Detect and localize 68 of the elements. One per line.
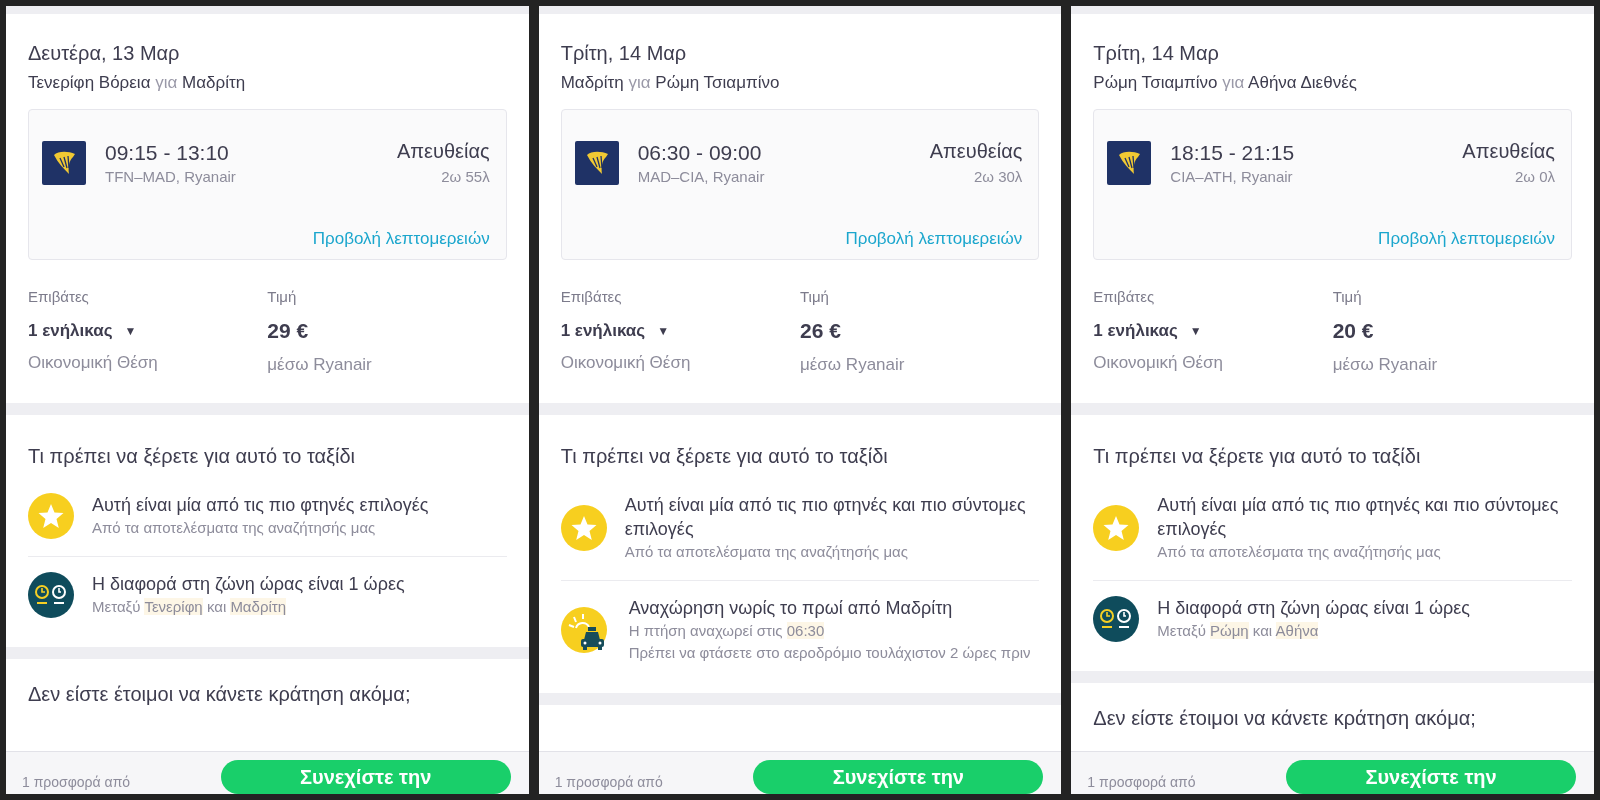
- section-title: Τι πρέπει να ξέρετε για αυτό το ταξίδι: [28, 445, 357, 468]
- cabin-class: Οικονομική Θέση: [560, 353, 692, 373]
- passengers-label: Επιβάτες: [1093, 288, 1156, 305]
- tip-title: Αυτή είναι μία από τις πιο φτηνές επιλογές: [92, 494, 429, 517]
- tip-detail: Μεταξύ Ρώμη και Αθήνα: [1157, 621, 1320, 641]
- tip-detail: Μεταξύ Τενερίφη και Μαδρίτη: [92, 597, 288, 617]
- price-value: 26 €: [800, 319, 842, 343]
- tip-detail: Η πτήση αναχωρεί στις 06:30: [628, 621, 826, 641]
- offer-text: 1 προσφορά από: [22, 774, 131, 792]
- tip-detail: Από τα αποτελέσματα της αναζήτησής μας: [624, 542, 909, 562]
- section-title: Δεν είστε έτοιμοι να κάνετε κράτηση ακόμα;: [1093, 707, 1477, 730]
- cabin-class: Οικονομική Θέση: [28, 353, 159, 373]
- continue-button[interactable]: Συνεχίστε την: [1286, 760, 1576, 794]
- price-provider: μέσω Ryanair: [1332, 355, 1439, 375]
- section-title: Τι πρέπει να ξέρετε για αυτό το ταξίδι: [1093, 445, 1422, 468]
- flight-times: 18:15 - 21:15: [1170, 140, 1296, 165]
- tip-title: Αυτή είναι μία από τις πιο φτηνές και πιο σύντομες επιλογές: [624, 494, 1027, 541]
- price-label: Τιμή: [267, 288, 298, 305]
- offer-text: 1 προσφορά από: [554, 774, 663, 792]
- stops-label: Απευθείας: [1462, 140, 1555, 163]
- continue-button[interactable]: Συνεχίστε την: [753, 760, 1044, 794]
- route-codes: MAD–CIA, Ryanair: [637, 167, 766, 185]
- tip-detail: Πρέπει να φτάσετε στο αεροδρόμιο τουλάχιστον 2 ώρες πριν: [628, 643, 1031, 663]
- flight-duration: 2ω 0λ: [1513, 168, 1555, 185]
- passengers-dropdown[interactable]: 1 ενήλικας ▼: [28, 321, 137, 341]
- flight-times: 06:30 - 09:00: [637, 140, 763, 165]
- passengers-dropdown[interactable]: 1 ενήλικας ▼: [1093, 321, 1202, 341]
- passengers-dropdown[interactable]: 1 ενήλικας ▼: [560, 321, 670, 341]
- flight-duration: 2ω 30λ: [972, 168, 1023, 185]
- route-text: Τενερίφη Βόρεια για Μαδρίτη: [28, 73, 247, 93]
- trip-date: Τρίτη, 14 Μαρ: [560, 42, 688, 65]
- passengers-label: Επιβάτες: [28, 288, 90, 305]
- airline-logo-icon: [574, 140, 619, 185]
- tip-title: Αυτή είναι μία από τις πιο φτηνές και πιο σύντομες επιλογές: [1157, 494, 1560, 541]
- section-title: Τι πρέπει να ξέρετε για αυτό το ταξίδι: [560, 445, 889, 468]
- price-value: 29 €: [267, 319, 310, 343]
- tip-title: Αναχώρηση νωρίς το πρωί από Μαδρίτη: [628, 597, 954, 620]
- continue-button[interactable]: Συνεχίστε την: [220, 760, 511, 794]
- airline-logo-icon: [42, 140, 86, 185]
- price-provider: μέσω Ryanair: [267, 355, 373, 375]
- trip-date: Δευτέρα, 13 Μαρ: [28, 42, 181, 65]
- price-provider: μέσω Ryanair: [800, 355, 906, 375]
- offer-text: 1 προσφορά από: [1087, 774, 1196, 792]
- stops-label: Απευθείας: [397, 140, 490, 163]
- route-text: Ρώμη Τσιαμπίνο για Αθήνα Διεθνές: [1093, 73, 1358, 93]
- section-title: Δεν είστε έτοιμοι να κάνετε κράτηση ακόμα;: [28, 683, 412, 706]
- price-value: 20 €: [1332, 319, 1375, 343]
- details-link[interactable]: Προβολή λεπτομερειών: [312, 229, 490, 248]
- tip-detail: Από τα αποτελέσματα της αναζήτησής μας: [92, 518, 377, 538]
- route-codes: TFN–MAD, Ryanair: [105, 167, 237, 185]
- tip-title: Η διαφορά στη ζώνη ώρας είναι 1 ώρες: [92, 573, 405, 596]
- airline-logo-icon: [1107, 140, 1152, 185]
- stops-label: Απευθείας: [929, 140, 1023, 163]
- route-text: Μαδρίτη για Ρώμη Τσιαμπίνο: [560, 73, 781, 93]
- passengers-label: Επιβάτες: [560, 288, 623, 305]
- price-label: Τιμή: [800, 288, 830, 305]
- details-link[interactable]: Προβολή λεπτομερειών: [1378, 229, 1555, 248]
- clocks-icon: [1093, 596, 1140, 642]
- clocks-icon: [28, 572, 74, 618]
- price-label: Τιμή: [1332, 288, 1363, 305]
- route-codes: CIA–ATH, Ryanair: [1170, 167, 1294, 185]
- trip-date: Τρίτη, 14 Μαρ: [1093, 42, 1220, 65]
- tip-detail: Από τα αποτελέσματα της αναζήτησής μας: [1157, 542, 1442, 562]
- cabin-class: Οικονομική Θέση: [1093, 353, 1225, 373]
- details-link[interactable]: Προβολή λεπτομερειών: [845, 229, 1023, 248]
- tip-title: Η διαφορά στη ζώνη ώρας είναι 1 ώρες: [1157, 597, 1470, 620]
- flight-times: 09:15 - 13:10: [105, 140, 230, 165]
- flight-duration: 2ω 55λ: [440, 168, 490, 185]
